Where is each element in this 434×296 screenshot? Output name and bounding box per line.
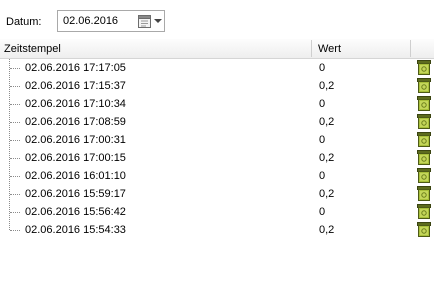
value-cell: 0,2 [319,224,335,236]
timestamp-cell: 02.06.2016 17:10:34 [25,98,126,110]
table-row[interactable]: 02.06.2016 17:17:05 0 [0,59,434,77]
tree-branch [10,230,20,231]
table-row[interactable]: 02.06.2016 15:59:17 0,2 [0,185,434,203]
timestamp-cell: 02.06.2016 17:17:05 [25,62,126,74]
column-divider[interactable] [410,40,411,57]
green-archive-icon[interactable] [416,77,432,94]
value-cell: 0 [319,206,326,218]
timestamp-cell: 02.06.2016 15:59:17 [25,188,126,200]
tree-branch [10,212,20,213]
tree-branch [10,104,20,105]
tree-branch [10,122,20,123]
table-row[interactable]: 02.06.2016 15:54:33 0,2 [0,221,434,239]
tree-branch [10,194,20,195]
table-row[interactable]: 02.06.2016 17:00:31 0 [0,131,434,149]
green-archive-icon[interactable] [416,95,432,112]
value-cell: 0,2 [319,80,335,92]
table-row[interactable]: 02.06.2016 17:15:37 0,2 [0,77,434,95]
green-archive-icon[interactable] [416,131,432,148]
table-header: Zeitstempel Wert [0,39,434,59]
value-cell: 0,2 [319,188,335,200]
green-archive-icon[interactable] [416,149,432,166]
timestamp-cell: 02.06.2016 17:08:59 [25,116,126,128]
date-label: Datum: [6,16,42,28]
calendar-icon[interactable] [138,14,151,28]
date-value[interactable]: 02.06.2016 [63,15,118,27]
table-row[interactable]: 02.06.2016 17:08:59 0,2 [0,113,434,131]
tree-branch [10,176,20,177]
timestamp-cell: 02.06.2016 17:00:31 [25,134,126,146]
green-archive-icon[interactable] [416,167,432,184]
green-archive-icon[interactable] [416,59,432,76]
date-picker[interactable]: 02.06.2016 [57,10,165,32]
timestamp-cell: 02.06.2016 15:56:42 [25,206,126,218]
value-cell: 0 [319,62,326,74]
data-grid: Zeitstempel Wert 02.06.2016 17:17:05 0 02.… [0,39,434,296]
column-header-wert[interactable]: Wert [318,43,341,55]
timestamp-cell: 02.06.2016 16:01:10 [25,170,126,182]
timestamp-cell: 02.06.2016 17:00:15 [25,152,126,164]
value-cell: 0,2 [319,116,335,128]
value-cell: 0 [319,98,326,110]
column-divider[interactable] [311,40,312,57]
timestamp-cell: 02.06.2016 17:15:37 [25,80,126,92]
table-row[interactable]: 02.06.2016 17:00:15 0,2 [0,149,434,167]
timestamp-cell: 02.06.2016 15:54:33 [25,224,126,236]
chevron-down-icon[interactable] [153,14,163,28]
value-cell: 0,2 [319,152,335,164]
column-header-zeitstempel[interactable]: Zeitstempel [4,43,61,55]
table-row[interactable]: 02.06.2016 16:01:10 0 [0,167,434,185]
value-cell: 0 [319,134,326,146]
tree-branch [10,140,20,141]
tree-branch [10,68,20,69]
green-archive-icon[interactable] [416,113,432,130]
tree-branch [10,86,20,87]
table-row[interactable]: 02.06.2016 17:10:34 0 [0,95,434,113]
table-row[interactable]: 02.06.2016 15:56:42 0 [0,203,434,221]
toolbar: Datum: 02.06.2016 [0,0,434,38]
green-archive-icon[interactable] [416,185,432,202]
value-cell: 0 [319,170,326,182]
tree-branch [10,158,20,159]
green-archive-icon[interactable] [416,203,432,220]
green-archive-icon[interactable] [416,221,432,238]
